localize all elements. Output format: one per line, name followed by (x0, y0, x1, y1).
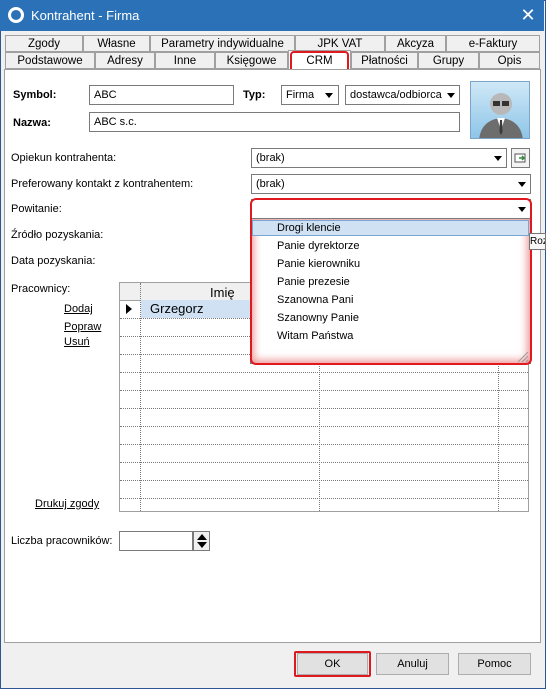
tab-ksiegowe[interactable]: Księgowe (215, 52, 288, 69)
symbol-field[interactable]: ABC (89, 85, 234, 105)
dodaj-link[interactable]: Dodaj (64, 303, 93, 315)
powitanie-highlight (250, 198, 532, 365)
powitanie-label: Powitanie: (11, 203, 62, 215)
tab-podstawowe[interactable]: Podstawowe (5, 52, 95, 69)
tooltip: Roz (529, 233, 546, 250)
person-icon (479, 93, 523, 138)
spin-down-icon[interactable] (197, 542, 207, 548)
tab-akcyza[interactable]: Akcyza (385, 35, 446, 52)
opiekun-select[interactable]: (brak) (251, 148, 507, 168)
tab-parametry-indywidualne[interactable]: Parametry indywidualne (150, 35, 295, 52)
chevron-down-icon (518, 182, 526, 187)
nazwa-label: Nazwa: (13, 117, 51, 129)
popraw-link[interactable]: Popraw (64, 321, 101, 333)
pracownicy-label: Pracownicy: (11, 283, 71, 295)
row-pointer-icon (126, 304, 132, 314)
tab-platnosci[interactable]: Płatności (351, 52, 418, 69)
tab-wlasne[interactable]: Własne (83, 35, 150, 52)
anuluj-button[interactable]: Anuluj (376, 653, 449, 675)
tab-adresy[interactable]: Adresy (95, 52, 155, 69)
kontakt-select-value: (brak) (256, 178, 285, 190)
typ-select[interactable]: Firma (281, 85, 339, 105)
tab-inne[interactable]: Inne (155, 52, 215, 69)
drukuj-zgody-link[interactable]: Drukuj zgody (35, 498, 99, 510)
lookup-icon (514, 153, 526, 163)
typ-label: Typ: (243, 89, 266, 101)
usun-link[interactable]: Usuń (64, 336, 90, 348)
kontakt-select[interactable]: (brak) (251, 174, 531, 194)
liczba-field[interactable] (119, 531, 193, 551)
rodzaj-select[interactable]: dostawca/odbiorca (345, 85, 460, 105)
liczba-label: Liczba pracowników: (11, 535, 113, 547)
table-row[interactable]: Grzegorz (150, 301, 203, 316)
window-title: Kontrahent - Firma (31, 8, 140, 23)
opiekun-select-value: (brak) (256, 152, 285, 164)
column-header-imie[interactable]: Imię (210, 285, 235, 300)
symbol-label: Symbol: (13, 89, 57, 101)
tab-e-faktury[interactable]: e-Faktury (446, 35, 540, 52)
close-icon[interactable]: ✕ (516, 3, 540, 27)
contractor-avatar (470, 81, 530, 139)
title-bar: Kontrahent - Firma ✕ (0, 0, 544, 31)
pomoc-button[interactable]: Pomoc (458, 653, 531, 675)
kontakt-label: Preferowany kontakt z kontrahentem: (11, 178, 194, 190)
chevron-down-icon (447, 93, 455, 98)
liczba-spinner[interactable] (193, 531, 210, 551)
app-icon (8, 7, 24, 23)
data-pozyskania-label: Data pozyskania: (11, 255, 96, 267)
nazwa-field[interactable]: ABC s.c. (89, 112, 460, 132)
rodzaj-select-value: dostawca/odbiorca (350, 89, 442, 101)
tab-zgody[interactable]: Zgody (5, 35, 83, 52)
zrodlo-label: Źródło pozyskania: (11, 229, 104, 241)
tab-opis[interactable]: Opis (479, 52, 540, 69)
opiekun-label: Opiekun kontrahenta: (11, 152, 117, 164)
chevron-down-icon (325, 93, 333, 98)
ok-highlight (294, 651, 371, 677)
tab-grupy[interactable]: Grupy (418, 52, 479, 69)
chevron-down-icon (494, 156, 502, 161)
typ-select-value: Firma (286, 89, 315, 101)
opiekun-lookup-button[interactable] (511, 148, 530, 168)
spin-up-icon[interactable] (197, 534, 207, 540)
